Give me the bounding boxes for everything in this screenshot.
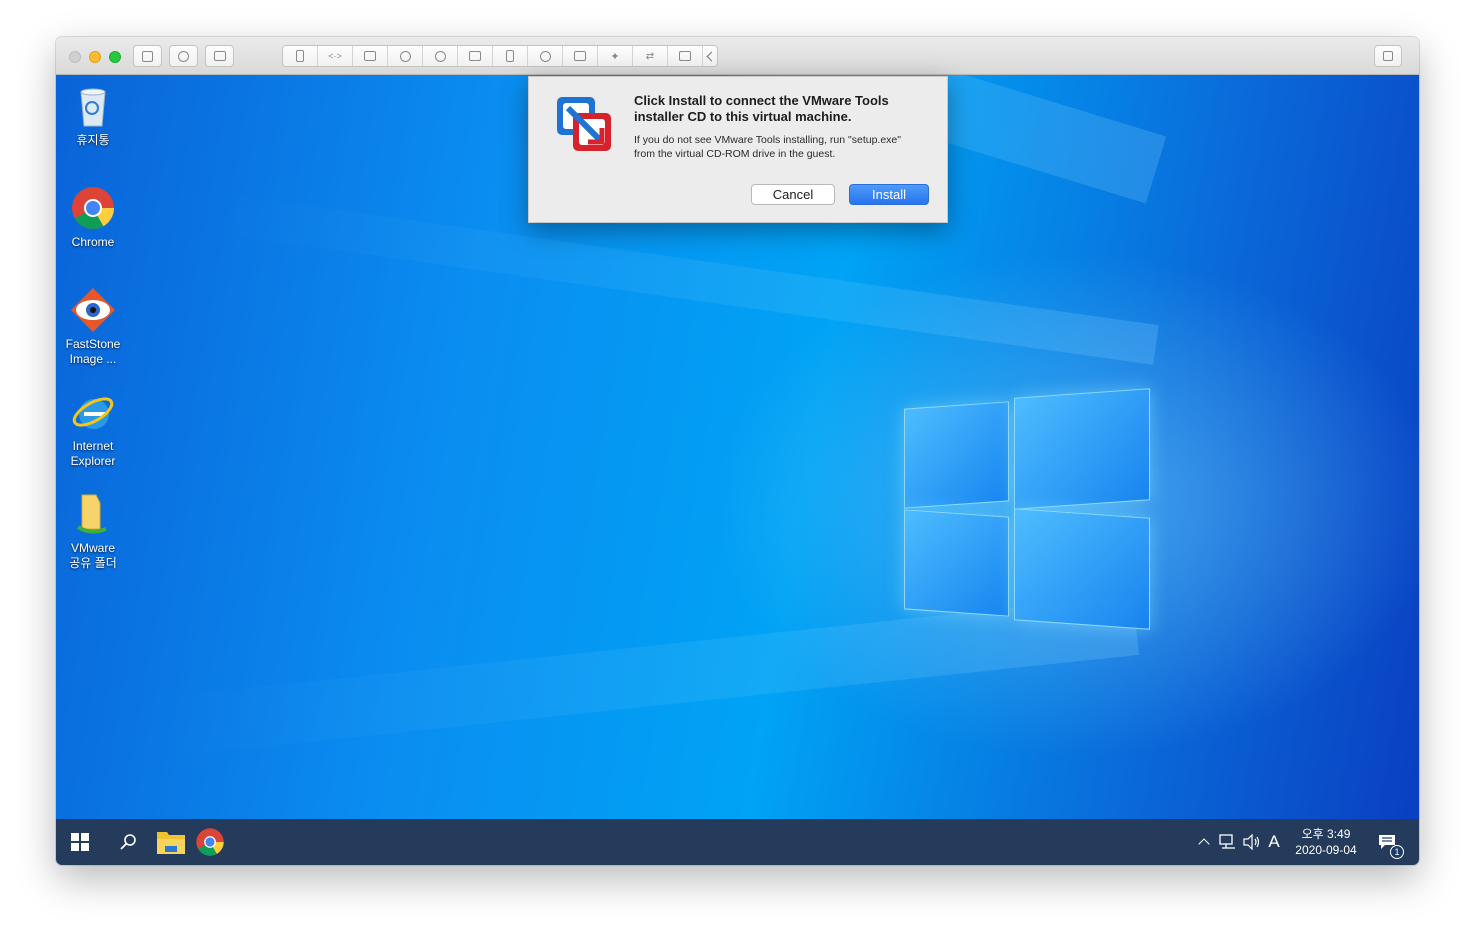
file-explorer-icon xyxy=(157,832,185,854)
shared-folder-button[interactable] xyxy=(668,46,703,66)
snapshot-button[interactable] xyxy=(205,45,234,67)
desktop-icon-recycle-bin[interactable]: 휴지통 xyxy=(56,83,131,148)
icon-label: VMware 공유 폴더 xyxy=(69,541,117,570)
usb-button[interactable]: ⇄ xyxy=(633,46,668,66)
restore-icon xyxy=(1383,51,1393,61)
folder-share-icon xyxy=(679,51,691,61)
headphones-button[interactable] xyxy=(528,46,563,66)
phone-button[interactable] xyxy=(493,46,528,66)
clock-time: 오후 3:49 xyxy=(1301,827,1351,841)
desktop-icon-vmware-shared-folder[interactable]: VMware 공유 폴더 xyxy=(56,491,131,571)
search-icon xyxy=(120,834,136,850)
settings-button[interactable] xyxy=(283,46,318,66)
snapshot-icon xyxy=(213,51,226,61)
network-icon xyxy=(1219,834,1235,849)
headphones-icon xyxy=(539,50,551,62)
restore-button[interactable] xyxy=(1374,45,1402,67)
vmware-fusion-logo-icon xyxy=(555,95,615,155)
icon-label: Chrome xyxy=(71,235,115,249)
bluetooth-button[interactable]: ✦ xyxy=(598,46,633,66)
window-icon xyxy=(142,50,153,62)
file-explorer-taskbar-button[interactable] xyxy=(152,819,190,865)
chrome-taskbar-button[interactable] xyxy=(192,819,228,865)
video-button[interactable] xyxy=(458,46,493,66)
wallpaper-beam xyxy=(158,595,1140,758)
windows-logo-pane xyxy=(904,509,1009,617)
title-bar: <·> ✦ ⇄ xyxy=(56,37,1419,75)
desktop-icon-faststone[interactable]: FastStone Image ... xyxy=(56,287,131,367)
chevron-left-icon xyxy=(706,51,717,61)
windows-logo-pane xyxy=(1014,388,1150,510)
recycle-bin-icon xyxy=(70,83,116,129)
minimize-window-button[interactable] xyxy=(89,51,101,63)
wrench-icon xyxy=(296,50,304,62)
camera-button[interactable] xyxy=(388,46,423,66)
windows-logo-pane xyxy=(904,401,1009,509)
volume-tray-button[interactable] xyxy=(1241,819,1263,865)
code-icon: <·> xyxy=(328,51,342,61)
close-window-button[interactable] xyxy=(69,51,81,63)
desktop-icon-internet-explorer[interactable]: Internet Explorer xyxy=(56,389,131,469)
info-button[interactable] xyxy=(169,45,198,67)
windows-taskbar: A 오후 3:49 2020-09-04 1 xyxy=(56,819,1419,865)
drive-icon xyxy=(364,51,376,61)
input-language-button[interactable]: A xyxy=(1264,819,1284,865)
maximize-window-button[interactable] xyxy=(109,51,121,63)
vmware-shared-folder-icon xyxy=(70,491,116,537)
search-button[interactable] xyxy=(108,819,148,865)
clock-button[interactable]: 오후 3:49 2020-09-04 xyxy=(1286,819,1366,865)
clock-date: 2020-09-04 xyxy=(1295,843,1357,857)
info-icon xyxy=(178,50,189,62)
icon-label: FastStone Image ... xyxy=(65,337,121,366)
icon-label: 휴지통 xyxy=(76,133,110,147)
chrome-icon xyxy=(70,185,116,231)
usb-icon: ⇄ xyxy=(645,50,655,62)
window-view-button[interactable] xyxy=(133,45,162,67)
chrome-icon xyxy=(196,828,224,856)
windows-start-icon xyxy=(71,833,89,851)
network-tray-button[interactable] xyxy=(1217,819,1239,865)
sound-button[interactable] xyxy=(423,46,458,66)
device-toolbar: <·> ✦ ⇄ xyxy=(282,45,718,67)
show-hidden-icons-button[interactable] xyxy=(1194,819,1214,865)
internet-explorer-icon xyxy=(70,389,116,435)
windows-logo-pane xyxy=(1014,508,1150,630)
faststone-icon xyxy=(70,287,116,333)
desktop-icon-chrome[interactable]: Chrome xyxy=(56,185,131,250)
action-center-button[interactable]: 1 xyxy=(1370,819,1404,865)
chevron-up-icon xyxy=(1198,838,1210,850)
video-icon xyxy=(469,51,481,61)
hard-disk-button[interactable] xyxy=(353,46,388,66)
cancel-button[interactable]: Cancel xyxy=(751,184,835,205)
speaker-icon xyxy=(1243,834,1260,850)
vmware-tools-dialog: Click Install to connect the VMware Tool… xyxy=(528,76,948,223)
dialog-message: If you do not see VMware Tools installin… xyxy=(634,134,901,160)
notification-badge: 1 xyxy=(1390,845,1404,859)
bluetooth-icon: ✦ xyxy=(610,50,620,63)
icon-label: Internet Explorer xyxy=(70,439,116,468)
start-button[interactable] xyxy=(56,819,104,865)
dialog-title: Click Install to connect the VMware Tool… xyxy=(634,93,889,124)
language-indicator: A xyxy=(1268,832,1280,851)
phone-icon xyxy=(506,50,514,62)
network-button[interactable]: <·> xyxy=(318,46,353,66)
disk-icon xyxy=(574,51,586,61)
sound-icon xyxy=(434,50,446,62)
collapse-toolbar-button[interactable] xyxy=(703,46,717,66)
disk-button[interactable] xyxy=(563,46,598,66)
camera-icon xyxy=(399,50,411,62)
install-button[interactable]: Install xyxy=(849,184,929,205)
